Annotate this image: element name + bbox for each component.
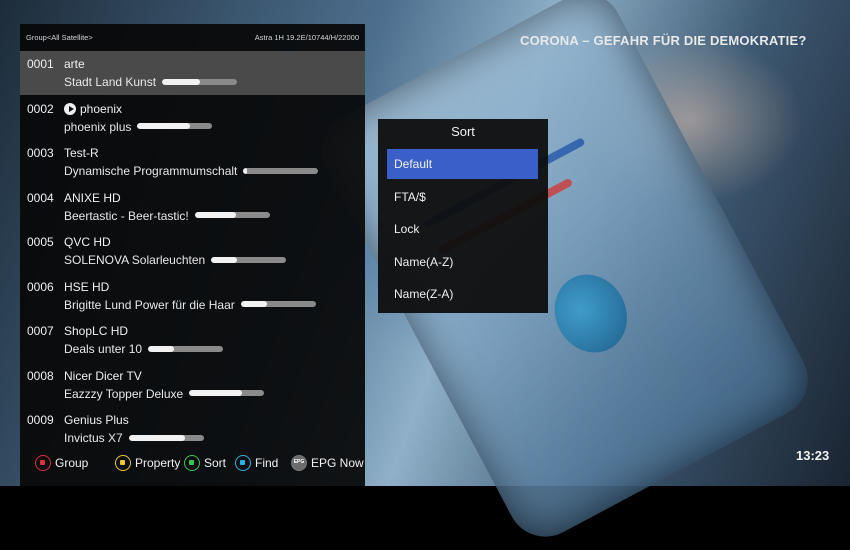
- legend-label: Group: [55, 456, 89, 470]
- program-progress-bar: [148, 345, 224, 352]
- program-progress-bar: [128, 434, 204, 441]
- program-progress-fill: [137, 123, 190, 130]
- channel-row[interactable]: 0003 Test-R Dynamische Programmumschalt: [20, 140, 365, 184]
- program-progress-bar: [240, 301, 316, 308]
- sort-popup-title: Sort: [451, 124, 475, 139]
- channel-row[interactable]: 0007 ShopLC HD Deals unter 10: [20, 318, 365, 362]
- blue-key-icon: [235, 455, 251, 471]
- video-headline: CORONA – GEFAHR FÜR DIE DEMOKRATIE?: [520, 33, 807, 48]
- program-line: Stadt Land Kunst: [64, 73, 238, 89]
- channel-name: Test-R: [64, 146, 99, 160]
- green-key-icon: [184, 455, 200, 471]
- program-progress-bar: [162, 78, 238, 85]
- sort-popup: Sort Default FTA/$ Lock Name(A-Z) Name(Z-A): [378, 119, 548, 313]
- channel-name: QVC HD: [64, 235, 111, 249]
- channel-row[interactable]: 0005 QVC HD SOLENOVA Solarleuchten: [20, 229, 365, 273]
- channel-number: 0009: [27, 413, 54, 427]
- program-progress-bar: [243, 167, 319, 174]
- channel-number: 0008: [27, 368, 54, 383]
- channel-name: Nicer Dicer TV: [64, 368, 142, 383]
- program-title: Eazzzy Topper Deluxe: [64, 386, 184, 401]
- program-line: phoenix plus: [64, 118, 213, 134]
- legend-label: Property: [135, 456, 181, 470]
- program-line: Deals unter 10: [64, 340, 224, 356]
- video-detail: [541, 261, 641, 366]
- program-progress-bar: [137, 123, 213, 130]
- program-progress-fill: [194, 212, 236, 219]
- channel-name: ShopLC HD: [64, 324, 129, 338]
- program-title: SOLENOVA Solarleuchten: [64, 252, 206, 267]
- sort-option[interactable]: FTA/$: [387, 182, 538, 212]
- channel-number: 0004: [27, 190, 54, 205]
- channel-name: ANIXE HD: [64, 190, 121, 205]
- program-line: SOLENOVA Solarleuchten: [64, 251, 287, 267]
- program-title: Deals unter 10: [64, 341, 143, 356]
- yellow-key-icon: [115, 455, 131, 471]
- program-progress-fill: [148, 345, 175, 352]
- channel-number: 0003: [27, 146, 54, 160]
- epg-key-icon: EPG: [291, 455, 307, 471]
- program-title: phoenix plus: [64, 119, 132, 134]
- sort-option-label: Lock: [394, 222, 420, 236]
- channel-name: HSE HD: [64, 279, 110, 294]
- program-title: Beertastic - Beer-tastic!: [64, 208, 189, 223]
- program-progress-bar: [194, 212, 270, 219]
- channel-row[interactable]: 0009 Genius Plus Invictus X7: [20, 407, 365, 451]
- channel-row[interactable]: 0004 ANIXE HD Beertastic - Beer-tastic!: [20, 185, 365, 229]
- red-key-icon: [35, 455, 51, 471]
- program-line: Beertastic - Beer-tastic!: [64, 207, 270, 223]
- channel-number: 0007: [27, 324, 54, 338]
- clock: 13:23: [796, 448, 830, 463]
- channel-number: 0006: [27, 279, 54, 294]
- program-title: Stadt Land Kunst: [64, 74, 157, 89]
- program-progress-fill: [211, 256, 238, 263]
- legend-label: Sort: [204, 456, 227, 470]
- channel-number: 0005: [27, 235, 54, 249]
- sort-option-label: Name(A-Z): [394, 254, 454, 269]
- channel-name: arte: [64, 57, 85, 71]
- legend-label: EPG Now: [311, 456, 364, 470]
- program-title: Invictus X7: [64, 430, 123, 445]
- channel-row[interactable]: 0008 Nicer Dicer TV Eazzzy Topper Deluxe: [20, 363, 365, 407]
- play-circle-icon: [64, 102, 76, 115]
- channel-number: 0001: [27, 57, 54, 71]
- sort-option-label: Name(Z-A): [394, 287, 454, 301]
- channel-row[interactable]: 0006 HSE HD Brigitte Lund Power für die Ha…: [20, 274, 365, 318]
- sort-option-label: Default: [394, 157, 433, 171]
- program-line: Brigitte Lund Power für die Haar: [64, 296, 316, 312]
- program-progress-fill: [128, 434, 185, 441]
- channel-list-panel: Group<All Satellite> Astra 1H 19.2E/1074…: [20, 24, 365, 486]
- sort-option-label: FTA/$: [394, 189, 426, 204]
- program-title: Brigitte Lund Power für die Haar: [64, 297, 235, 312]
- program-title: Dynamische Programmumschalt: [64, 163, 238, 178]
- channel-row[interactable]: 0001 arte Stadt Land Kunst: [20, 51, 365, 95]
- sort-option[interactable]: Name(Z-A): [387, 279, 538, 309]
- program-line: Dynamische Programmumschalt: [64, 162, 319, 178]
- program-line: Eazzzy Topper Deluxe: [64, 385, 265, 401]
- program-line: Invictus X7: [64, 429, 204, 445]
- sort-option[interactable]: Name(A-Z): [387, 247, 538, 277]
- program-progress-bar: [189, 390, 265, 397]
- sort-option[interactable]: Lock: [387, 214, 538, 244]
- program-progress-fill: [240, 301, 268, 308]
- channel-row[interactable]: 0002 phoenix phoenix plus: [20, 96, 365, 140]
- satellite-info: Astra 1H 19.2E/10744/H/22000: [254, 33, 359, 42]
- channel-name: phoenix: [80, 101, 123, 116]
- legend-label: Find: [255, 456, 279, 470]
- channel-number: 0002: [27, 101, 54, 116]
- info-bar: Group<All Satellite> Astra 1H 19.2E/1074…: [26, 33, 359, 47]
- program-progress-bar: [211, 256, 287, 263]
- sort-option[interactable]: Default: [387, 149, 538, 179]
- group-label: Group<All Satellite>: [26, 33, 93, 42]
- program-progress-fill: [243, 167, 248, 174]
- program-progress-fill: [189, 390, 242, 397]
- channel-name: Genius Plus: [64, 413, 129, 427]
- program-progress-fill: [162, 78, 200, 85]
